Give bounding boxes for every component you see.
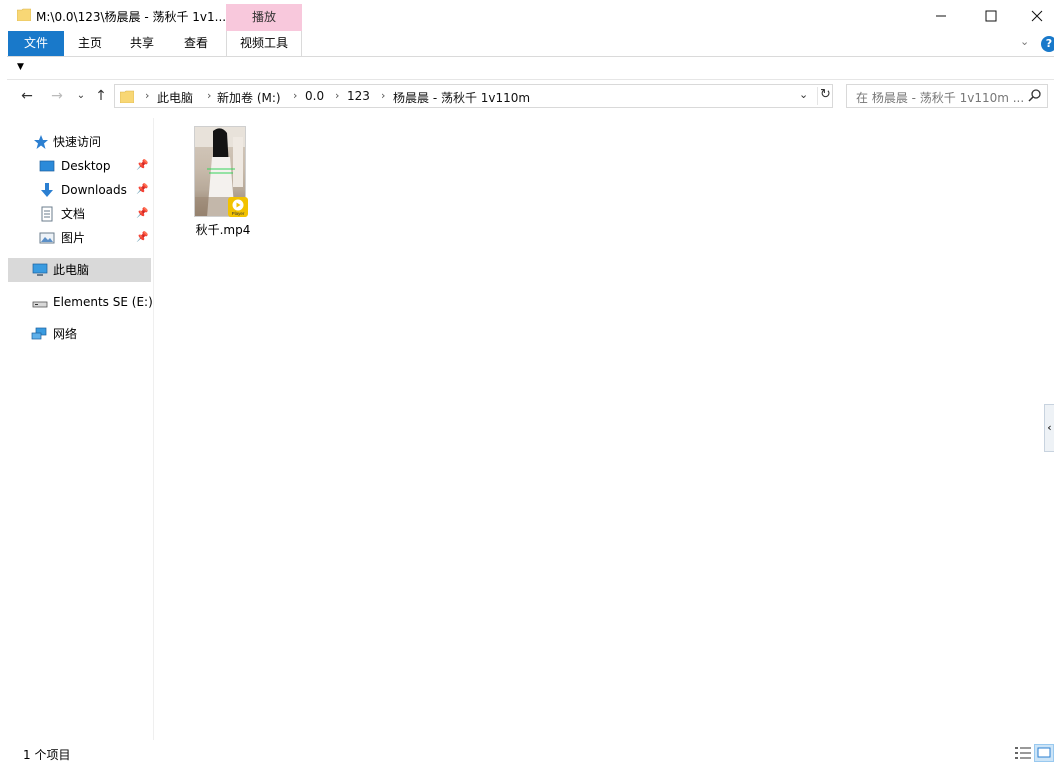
- address-bar[interactable]: › 此电脑 › 新加卷 (M:) › 0.0 › 123 › 杨晨晨 - 荡秋千…: [114, 84, 833, 108]
- network-icon: [31, 327, 47, 340]
- title-bar[interactable]: M:\0.0\123\杨晨晨 - 荡秋千 1v1... 播放: [7, 0, 1054, 32]
- status-bar: 1 个项目: [7, 741, 1054, 766]
- player-badge-icon: Player: [228, 197, 248, 217]
- breadcrumb-this-pc[interactable]: 此电脑: [157, 89, 193, 106]
- details-view-icon[interactable]: [1014, 745, 1032, 761]
- tab-home[interactable]: 主页: [65, 31, 115, 56]
- item-count: 1 个项目: [23, 748, 71, 762]
- nav-this-pc[interactable]: 此电脑: [8, 258, 151, 282]
- folder-icon: [17, 8, 31, 21]
- navigation-pane: 快速访问 Desktop 📌 Downloads 📌 文档 📌 图片 📌 此电脑…: [7, 118, 153, 738]
- nav-quick-access[interactable]: 快速访问: [7, 130, 153, 154]
- desktop-icon: [39, 160, 55, 172]
- pin-icon[interactable]: 📌: [136, 154, 148, 178]
- breadcrumb-folder-123[interactable]: 123: [347, 89, 370, 103]
- minimize-button[interactable]: [918, 0, 964, 32]
- drive-icon: [32, 301, 48, 308]
- nav-pictures[interactable]: 图片 📌: [7, 226, 153, 250]
- breadcrumb-separator-icon[interactable]: ›: [335, 89, 339, 102]
- close-button[interactable]: [1014, 0, 1054, 32]
- tab-view[interactable]: 查看: [171, 31, 221, 56]
- nav-network[interactable]: 网络: [7, 322, 153, 346]
- tab-share[interactable]: 共享: [117, 31, 167, 56]
- pin-icon[interactable]: 📌: [136, 178, 148, 202]
- breadcrumb-drive[interactable]: 新加卷 (M:): [217, 89, 281, 106]
- nav-pictures-label: 图片: [61, 231, 86, 245]
- star-icon: [34, 135, 48, 149]
- tab-file[interactable]: 文件: [8, 31, 64, 56]
- up-arrow-icon[interactable]: ↑: [91, 86, 111, 106]
- large-icons-view-icon[interactable]: [1034, 744, 1054, 762]
- window-title: M:\0.0\123\杨晨晨 - 荡秋千 1v1...: [36, 10, 227, 24]
- explorer-window: M:\0.0\123\杨晨晨 - 荡秋千 1v1... 播放 文件 主页 共享 …: [7, 0, 1054, 766]
- file-list[interactable]: Player 秋千.mp4: [154, 118, 1047, 738]
- nav-documents[interactable]: 文档 📌: [7, 202, 153, 226]
- folder-icon: [120, 90, 134, 103]
- navigation-bar: ← → ⌄ ↑ › 此电脑 › 新加卷 (M:) › 0.0 › 123 › 杨…: [7, 82, 1054, 110]
- nav-downloads-label: Downloads: [61, 183, 127, 197]
- address-history-chevron-icon[interactable]: ⌄: [799, 88, 808, 101]
- file-item[interactable]: Player 秋千.mp4: [188, 123, 258, 238]
- nav-this-pc-label: 此电脑: [53, 263, 90, 277]
- refresh-icon[interactable]: ↻: [817, 87, 833, 105]
- maximize-icon: [985, 10, 997, 22]
- recent-locations-chevron-icon[interactable]: ⌄: [71, 86, 91, 106]
- nav-desktop[interactable]: Desktop 📌: [7, 154, 153, 178]
- nav-downloads[interactable]: Downloads 📌: [7, 178, 153, 202]
- nav-network-label: 网络: [53, 327, 78, 341]
- nav-quick-access-label: 快速访问: [53, 135, 102, 149]
- forward-arrow-icon[interactable]: →: [47, 86, 67, 106]
- breadcrumb-separator-icon[interactable]: ›: [381, 89, 385, 102]
- breadcrumb-separator-icon[interactable]: ›: [293, 89, 297, 102]
- window-bottom-margin: [0, 766, 1054, 773]
- expand-pane-chevron-icon[interactable]: ‹: [1044, 404, 1054, 452]
- close-icon: [1031, 10, 1043, 22]
- player-badge-label: Player: [232, 211, 245, 216]
- breadcrumb-current-folder[interactable]: 杨晨晨 - 荡秋千 1v110m: [393, 89, 530, 106]
- quick-access-toolbar: ▼: [7, 58, 1054, 80]
- download-arrow-icon: [41, 183, 53, 197]
- nav-documents-label: 文档: [61, 207, 86, 221]
- chevron-down-icon[interactable]: ⌄: [1020, 35, 1029, 48]
- minimize-icon: [936, 15, 946, 17]
- search-placeholder: 在 杨晨晨 - 荡秋千 1v110m ...: [856, 91, 1025, 105]
- breadcrumb-separator-icon[interactable]: ›: [145, 89, 149, 102]
- pin-icon[interactable]: 📌: [136, 202, 148, 226]
- help-icon[interactable]: ?: [1041, 36, 1054, 52]
- file-name: 秋千.mp4: [195, 223, 251, 237]
- computer-icon: [32, 263, 48, 276]
- nav-drive-elements[interactable]: Elements SE (E:): [7, 290, 153, 314]
- context-tab-group-play[interactable]: 播放: [226, 4, 302, 31]
- nav-desktop-label: Desktop: [61, 159, 111, 173]
- breadcrumb-separator-icon[interactable]: ›: [207, 89, 211, 102]
- back-arrow-icon[interactable]: ←: [17, 86, 37, 106]
- customize-toolbar-icon[interactable]: ▼: [17, 62, 24, 72]
- document-icon: [41, 206, 53, 222]
- pictures-icon: [39, 232, 55, 244]
- maximize-button[interactable]: [968, 0, 1014, 32]
- nav-drive-label: Elements SE (E:): [53, 295, 153, 309]
- pin-icon[interactable]: 📌: [136, 226, 148, 250]
- search-icon: [1028, 89, 1041, 102]
- window-left-margin: [0, 0, 7, 773]
- search-input[interactable]: 在 杨晨晨 - 荡秋千 1v110m ...: [846, 84, 1048, 108]
- ribbon-tabs: 文件 主页 共享 查看 视频工具 ⌄ ?: [7, 31, 1054, 57]
- tab-video-tools[interactable]: 视频工具: [226, 31, 302, 56]
- breadcrumb-folder-0-0[interactable]: 0.0: [305, 89, 324, 103]
